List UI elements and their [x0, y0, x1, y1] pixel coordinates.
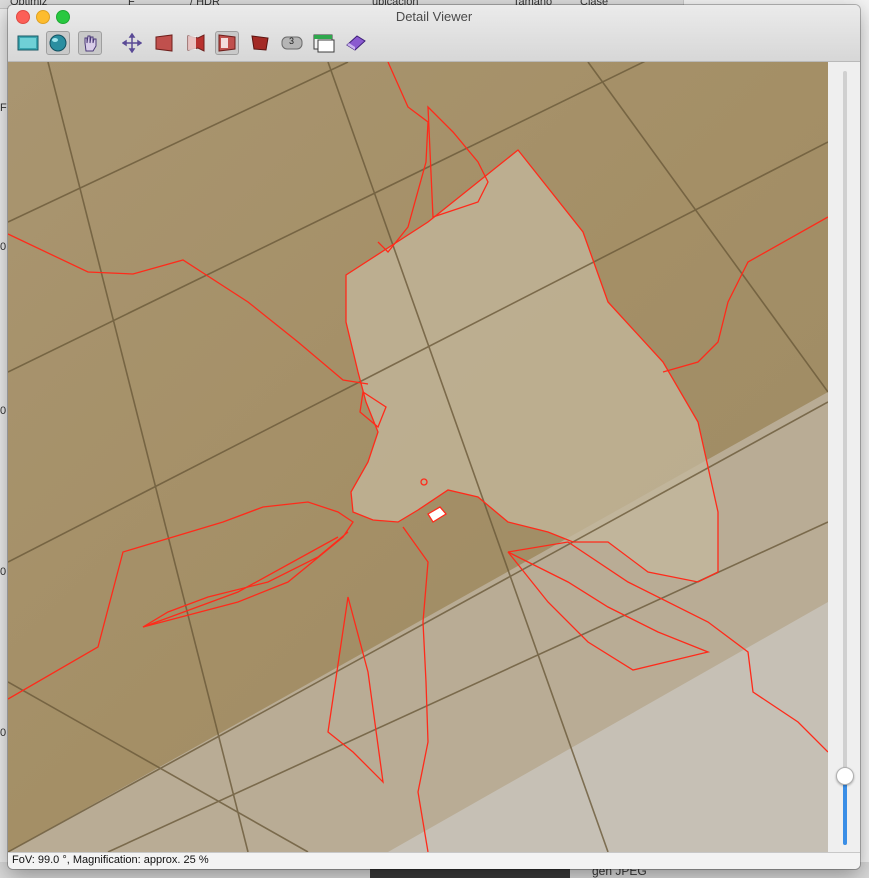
preview-number-button[interactable]: 3 [280, 31, 304, 55]
panorama-image [8, 62, 828, 852]
window-split-button[interactable] [312, 31, 336, 55]
move-tool-button[interactable] [120, 31, 144, 55]
magnification-slider-thumb[interactable] [836, 767, 854, 786]
move-arrows-icon [122, 33, 142, 53]
rectilinear-view-icon [17, 35, 39, 51]
background-left-mark: 0 [0, 241, 7, 253]
warp-right-button[interactable] [248, 31, 272, 55]
window-title: Detail Viewer [395, 9, 473, 24]
warp-left-icon [155, 34, 173, 52]
warp-right-icon [251, 35, 269, 51]
warp-center-icon [187, 34, 205, 52]
hand-tool-button[interactable] [78, 31, 102, 55]
fov-magnification-status: FoV: 99.0 °, Magnification: approx. 25 % [12, 854, 209, 866]
eraser-button[interactable] [344, 31, 368, 55]
warp-selected-button[interactable] [215, 31, 239, 55]
number-badge-label: 3 [289, 36, 295, 46]
eraser-icon [346, 35, 366, 51]
sphere-view-button[interactable] [46, 31, 70, 55]
sphere-view-icon [49, 34, 67, 52]
status-bar: FoV: 99.0 °, Magnification: approx. 25 % [8, 852, 860, 869]
magnification-slider-fill [843, 775, 847, 845]
detail-viewer-window: Detail Viewer 3 FoV: 99.0 °, Magnificati… [8, 5, 860, 869]
magnification-slider-track[interactable] [843, 71, 847, 845]
title-bar[interactable]: Detail Viewer 3 [8, 5, 860, 62]
panorama-preview[interactable] [8, 62, 828, 852]
background-left-mark: 0 [0, 405, 7, 417]
warp-center-button[interactable] [184, 31, 208, 55]
background-left-mark: 0 [0, 727, 7, 739]
background-left-mark: F [0, 102, 7, 114]
background-left-mark: 0 [0, 566, 7, 578]
hand-drag-icon [84, 35, 97, 52]
rectilinear-view-button[interactable] [16, 31, 40, 55]
window-split-icon [313, 34, 335, 53]
warp-left-button[interactable] [152, 31, 176, 55]
warp-selected-icon [218, 34, 236, 52]
